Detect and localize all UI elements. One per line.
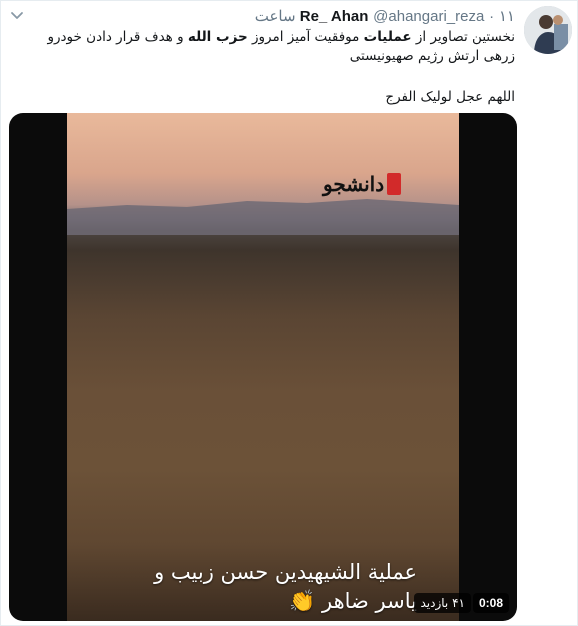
display-name[interactable]: Re_ Ahan [300,8,369,25]
text-part: نخستین تصاویر از [411,29,515,45]
video-duration: 0:08 [472,593,509,613]
avatar[interactable] [524,6,572,54]
tweet-card[interactable]: Re_ Ahan @ahangari_reza · ۱۱ ساعت نخستین… [0,0,578,626]
mountain-ridge [67,199,459,235]
video-overlay: ۴۱ بازدید 0:08 [414,593,509,613]
text-part: موفقیت آمیز امروز [247,29,364,45]
avatar-image [524,6,572,54]
video-caption-line-2: ياسر ضاهر 👏 [289,589,417,613]
view-count: ۴۱ بازدید [414,593,471,613]
tweet-text-line-1: نخستین تصاویر از عملیات موفقیت آمیز امرو… [15,28,516,47]
tweet-text-line-2: زرهی ارتش رژیم صهیونیستی [349,48,515,64]
logo-text: دانشجو [323,172,385,196]
channel-logo: دانشجو [323,172,402,196]
video-caption-line-1: عملية الشيهيدين حسن زبيب و [154,560,417,584]
chevron-down-icon[interactable] [9,7,25,23]
logo-badge [387,173,402,195]
video-player[interactable]: دانشجو عملية الشيهيدين حسن زبيب و ياسر ض… [9,113,517,621]
separator-dot: · [489,8,495,25]
text-part: و هدف قرار دادن خودرو [47,29,188,45]
tweet-header: Re_ Ahan @ahangari_reza · ۱۱ ساعت [255,6,515,27]
bold-word-operation: عملیات [363,29,412,45]
bold-word-hezbollah: حزب الله [187,29,248,45]
tweet-text-line-3: اللهم عجل لولیک الفرج [385,89,515,105]
user-handle[interactable]: @ahangari_reza [373,8,484,25]
